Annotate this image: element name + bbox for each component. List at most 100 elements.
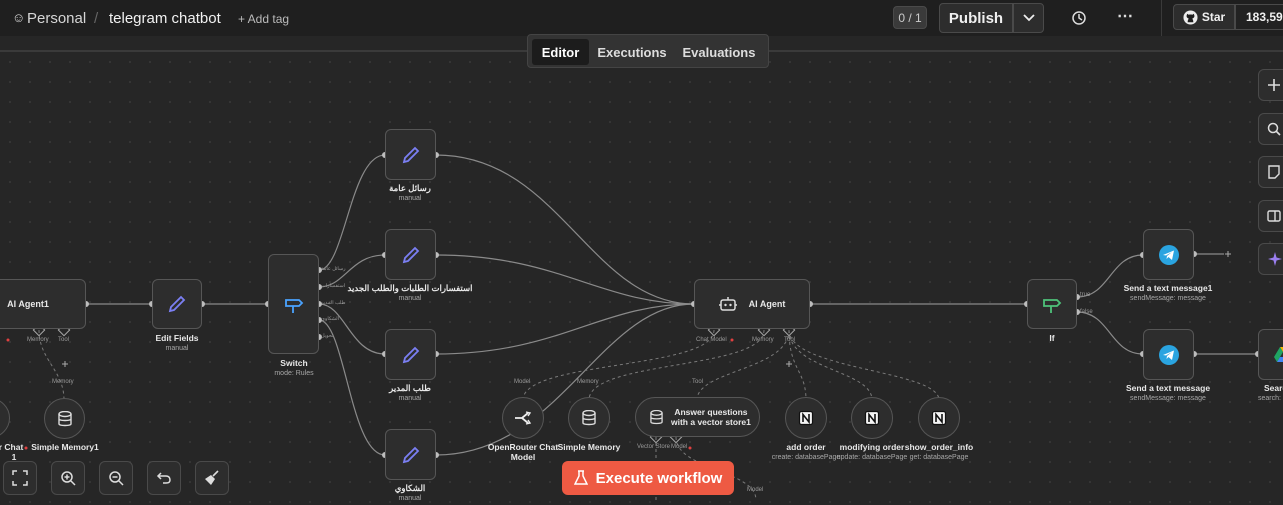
tidy-up-button[interactable] xyxy=(195,461,229,495)
edit-fields-node[interactable] xyxy=(152,279,202,329)
fullscreen-icon xyxy=(12,470,28,486)
node-subtitle: manual xyxy=(398,295,422,302)
if-output-false: false xyxy=(1080,309,1093,315)
node-subtitle: sendMessage: message xyxy=(1130,295,1206,302)
node-subtitle: update: databasePage xyxy=(836,454,908,461)
vector-store-tool-node[interactable]: Answer questions with a vector store1 xyxy=(635,397,760,437)
port-chat-model: Chat Model xyxy=(696,337,727,343)
port-tool: Tool xyxy=(784,337,796,343)
node-label-2: Model xyxy=(510,452,536,462)
undo-button[interactable] xyxy=(147,461,181,495)
set-node-complaints[interactable] xyxy=(385,429,436,480)
node-subtitle: get: databasePage xyxy=(909,454,969,461)
notion-icon xyxy=(931,410,947,426)
set-node-general-messages[interactable] xyxy=(385,129,436,180)
node-subtitle: sendMessage: message xyxy=(1130,395,1206,402)
note-icon xyxy=(1268,165,1280,179)
sticky-note-button[interactable] xyxy=(1258,156,1283,188)
node-label: Simple Memory1 xyxy=(31,442,99,452)
modifying-order-node[interactable] xyxy=(851,397,893,439)
node-label: Send a text message xyxy=(1125,383,1211,393)
port-memory: Memory xyxy=(752,337,774,343)
zoom-out-button[interactable] xyxy=(99,461,133,495)
header-divider xyxy=(1161,0,1162,36)
node-label: طلب المدير xyxy=(389,383,431,393)
ai-agent1-node[interactable]: AI Agent1 xyxy=(0,279,86,329)
port-memory: Memory xyxy=(27,337,49,343)
draft-counter: 0 / 1 xyxy=(893,6,927,29)
toggle-panel-button[interactable] xyxy=(1258,200,1283,232)
history-icon[interactable] xyxy=(1071,10,1087,31)
ai-assistant-button[interactable] xyxy=(1258,243,1283,275)
node-subtitle: manual xyxy=(398,495,422,502)
node-label: modifying order xyxy=(839,442,905,452)
node-label: Edit Fields xyxy=(155,333,199,343)
node-label: Answer questions xyxy=(674,407,748,417)
node-subtitle: mode: Rules xyxy=(274,370,314,377)
add-node-button[interactable] xyxy=(1258,69,1283,101)
execute-label: Execute workflow xyxy=(595,469,723,487)
zoom-out-icon xyxy=(109,471,124,486)
star-count: 183,593 xyxy=(1235,4,1283,30)
pencil-icon xyxy=(402,446,419,463)
simple-memory1-node[interactable] xyxy=(44,398,85,439)
add-tag-button[interactable]: + Add tag xyxy=(238,12,289,26)
port-tool: Tool xyxy=(58,337,70,343)
show-order-info-node[interactable] xyxy=(918,397,960,439)
openrouter-node[interactable] xyxy=(502,397,544,439)
undo-icon xyxy=(156,472,171,484)
more-menu-icon[interactable]: ⋯ xyxy=(1117,6,1133,26)
publish-button[interactable]: Publish xyxy=(939,3,1013,33)
google-drive-icon xyxy=(1274,346,1283,362)
workspace-breadcrumb[interactable]: Personal xyxy=(27,10,86,27)
view-tabs: Editor Executions Evaluations xyxy=(527,34,769,68)
set-node-manager-request[interactable] xyxy=(385,329,436,380)
github-star-button[interactable]: Star xyxy=(1173,4,1235,30)
user-icon: ☺ xyxy=(12,10,26,25)
port-vector-store: Vector Store xyxy=(637,444,671,450)
sparkle-icon xyxy=(1268,252,1282,266)
switch-output-4: الشكاوي xyxy=(321,316,339,322)
zoom-in-button[interactable] xyxy=(51,461,85,495)
chevron-down-icon xyxy=(1022,14,1035,22)
tab-editor[interactable]: Editor xyxy=(532,39,589,65)
execute-workflow-button[interactable]: Execute workflow xyxy=(562,461,734,495)
tab-evaluations[interactable]: Evaluations xyxy=(676,39,762,65)
send-text-message-node[interactable] xyxy=(1143,329,1194,380)
notion-icon xyxy=(798,410,814,426)
add-order-node[interactable] xyxy=(785,397,827,439)
port-model-top: Model xyxy=(514,379,531,385)
flask-icon xyxy=(573,470,588,485)
switch-node[interactable] xyxy=(268,254,319,354)
workflow-name[interactable]: telegram chatbot xyxy=(109,10,221,27)
simple-memory-node[interactable] xyxy=(568,397,610,439)
port-model-bottom: Model xyxy=(747,487,764,493)
send-text-message1-node[interactable] xyxy=(1143,229,1194,280)
switch-output-2: استفسارات xyxy=(321,283,346,289)
node-label: AI Agent xyxy=(748,299,786,309)
if-node[interactable] xyxy=(1027,279,1077,329)
set-node-order-inquiries[interactable] xyxy=(385,229,436,280)
ai-agent-node[interactable]: AI Agent xyxy=(694,279,810,329)
github-icon xyxy=(1183,9,1198,25)
search-nodes-button[interactable] xyxy=(1258,113,1283,145)
tab-executions[interactable]: Executions xyxy=(592,39,672,65)
switch-output-3: طلب المدير xyxy=(321,300,346,306)
port-tool-top: Tool xyxy=(692,379,704,385)
node-label: r Chat xyxy=(0,442,24,452)
plus-icon xyxy=(1268,79,1280,91)
panel-icon xyxy=(1267,210,1281,222)
port-memory-top: Memory xyxy=(52,379,74,385)
signpost-icon xyxy=(284,299,303,313)
node-label: add order xyxy=(786,442,826,452)
node-label: الشكاوي xyxy=(394,483,426,493)
switch-output-5: تحويل xyxy=(321,333,334,339)
fit-view-button[interactable] xyxy=(3,461,37,495)
publish-options-button[interactable] xyxy=(1013,3,1044,33)
node-label: Switch xyxy=(280,358,308,368)
node-label: Search files xyxy=(1264,383,1283,393)
pencil-icon xyxy=(402,246,419,263)
telegram-icon xyxy=(1158,244,1179,265)
node-subtitle: create: databasePage xyxy=(771,454,841,461)
search-files-node[interactable] xyxy=(1258,329,1283,380)
